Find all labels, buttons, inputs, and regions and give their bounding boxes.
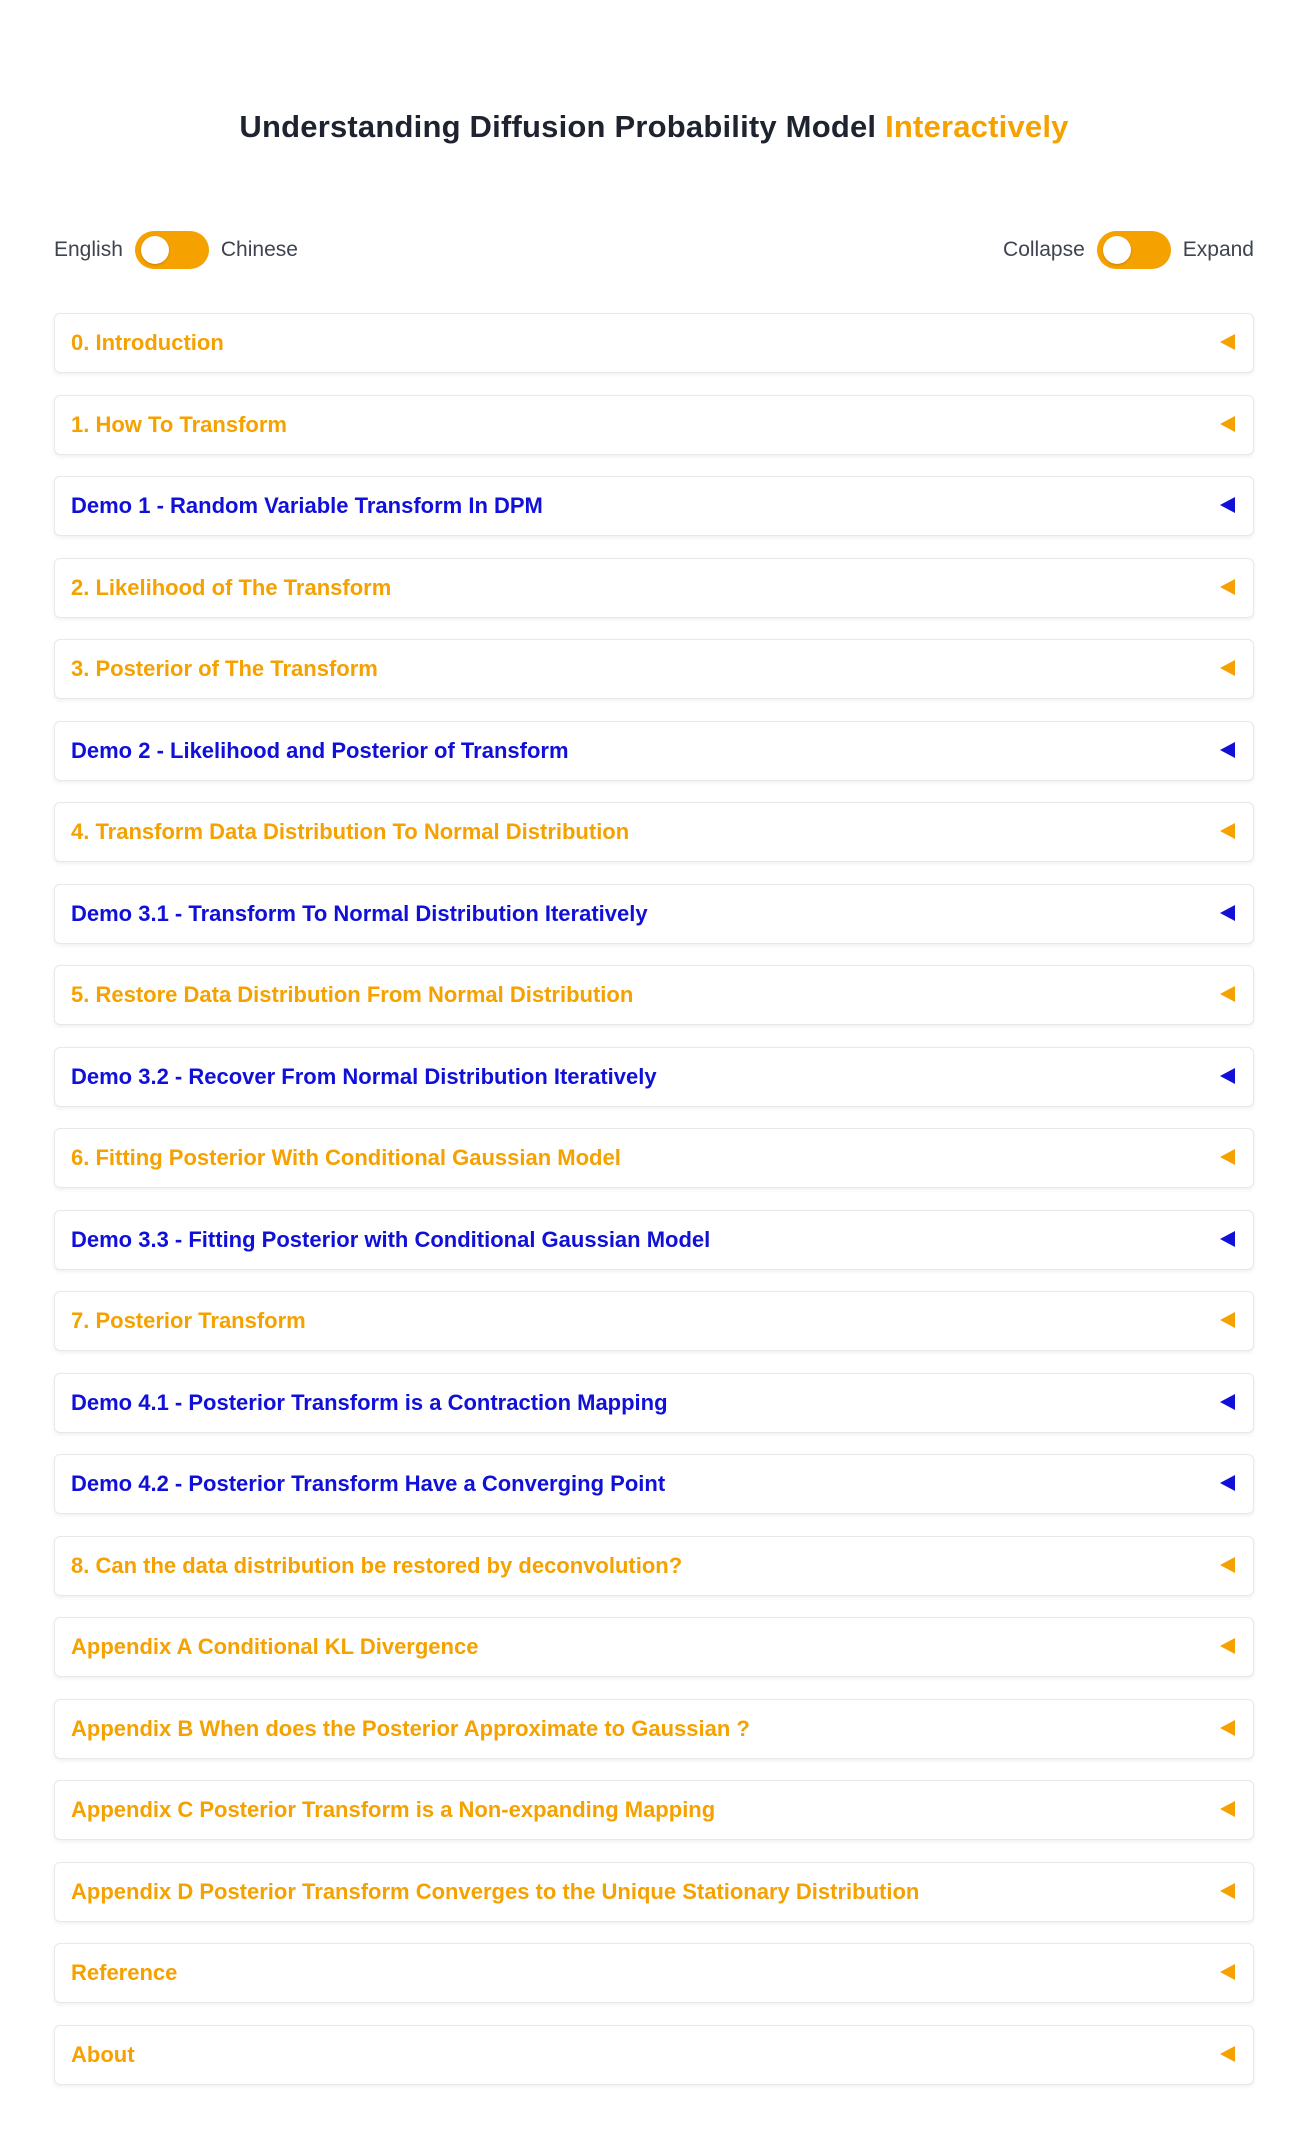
demo-section-header[interactable]: Demo 4.2 - Posterior Transform Have a Co… bbox=[54, 1454, 1254, 1514]
collapse-arrow-icon[interactable] bbox=[1220, 1638, 1235, 1654]
collapse-arrow-icon[interactable] bbox=[1220, 904, 1235, 921]
expand-label: Expand bbox=[1182, 238, 1254, 261]
collapse-arrow-icon[interactable] bbox=[1220, 660, 1235, 676]
section-title: 8. Can the data distribution be restored… bbox=[71, 1552, 683, 1578]
section-title: Appendix C Posterior Transform is a Non-… bbox=[71, 1797, 716, 1822]
chapter-section-header[interactable]: 8. Can the data distribution be restored… bbox=[54, 1535, 1254, 1596]
section-title: 4. Transform Data Distribution To Normal… bbox=[71, 819, 630, 844]
collapse-arrow-icon[interactable] bbox=[1220, 1882, 1235, 1899]
section-title: 0. Introduction bbox=[71, 330, 224, 355]
chapter-section-header[interactable]: 6. Fitting Posterior With Conditional Ga… bbox=[54, 1128, 1254, 1188]
collapse-arrow-icon[interactable] bbox=[1220, 1393, 1235, 1410]
chapter-section-header[interactable]: Reference bbox=[54, 1943, 1254, 2003]
section-title: Demo 4.1 - Posterior Transform is a Cont… bbox=[71, 1389, 668, 1415]
demo-section-header[interactable]: Demo 3.2 - Recover From Normal Distribut… bbox=[54, 1046, 1254, 1107]
chapter-section-header[interactable]: About bbox=[54, 2024, 1254, 2085]
chapter-section-header[interactable]: Appendix B When does the Posterior Appro… bbox=[54, 1698, 1254, 1759]
collapse-arrow-icon[interactable] bbox=[1220, 823, 1235, 839]
section-title: About bbox=[71, 2041, 135, 2067]
collapse-arrow-icon[interactable] bbox=[1220, 1230, 1235, 1247]
chapter-section-header[interactable]: 4. Transform Data Distribution To Normal… bbox=[54, 802, 1254, 862]
language-chinese-label: Chinese bbox=[220, 238, 298, 261]
demo-section-header[interactable]: Demo 3.3 - Fitting Posterior with Condit… bbox=[54, 1209, 1254, 1270]
section-list: 0. Introduction 1. How To Transform Demo 1… bbox=[54, 313, 1254, 2106]
section-title: 2. Likelihood of The Transform bbox=[71, 574, 392, 600]
page-title-accent: Interactively bbox=[885, 108, 1069, 144]
collapse-arrow-icon[interactable] bbox=[1220, 1964, 1235, 1980]
demo-section-header[interactable]: Demo 1 - Random Variable Transform In DP… bbox=[54, 476, 1254, 536]
collapse-arrow-icon[interactable] bbox=[1220, 1312, 1235, 1328]
language-english-label: English bbox=[54, 238, 123, 261]
language-toggle-knob bbox=[140, 236, 169, 264]
chapter-section-header[interactable]: 3. Posterior of The Transform bbox=[54, 639, 1254, 699]
page-title: Understanding Diffusion Probability Mode… bbox=[0, 105, 1308, 149]
collapse-arrow-icon[interactable] bbox=[1220, 497, 1235, 513]
collapse-arrow-icon[interactable] bbox=[1220, 1067, 1235, 1084]
collapse-arrow-icon[interactable] bbox=[1220, 986, 1235, 1002]
chapter-section-header[interactable]: 7. Posterior Transform bbox=[54, 1291, 1254, 1351]
expand-toggle-knob bbox=[1102, 236, 1131, 264]
chapter-section-header[interactable]: Appendix C Posterior Transform is a Non-… bbox=[54, 1780, 1254, 1840]
section-title: Demo 1 - Random Variable Transform In DP… bbox=[71, 493, 543, 518]
collapse-arrow-icon[interactable] bbox=[1220, 415, 1235, 432]
chapter-section-header[interactable]: 2. Likelihood of The Transform bbox=[54, 557, 1254, 618]
chapter-section-header[interactable]: 5. Restore Data Distribution From Normal… bbox=[54, 965, 1254, 1025]
collapse-arrow-icon[interactable] bbox=[1220, 1801, 1235, 1817]
toggle-controls: English Chinese Collapse Expand bbox=[54, 229, 1254, 271]
collapse-arrow-icon[interactable] bbox=[1220, 1149, 1235, 1165]
section-title: Appendix B When does the Posterior Appro… bbox=[71, 1715, 750, 1741]
page-title-main: Understanding Diffusion Probability Mode… bbox=[239, 108, 877, 144]
chapter-section-header[interactable]: Appendix D Posterior Transform Converges… bbox=[54, 1861, 1254, 1922]
language-toggle-group: English Chinese bbox=[54, 229, 298, 271]
collapse-arrow-icon[interactable] bbox=[1220, 741, 1235, 758]
expand-toggle-group: Collapse Expand bbox=[1003, 229, 1254, 271]
section-title: Demo 3.1 - Transform To Normal Distribut… bbox=[71, 900, 648, 926]
section-title: Appendix A Conditional KL Divergence bbox=[71, 1634, 479, 1659]
section-title: 3. Posterior of The Transform bbox=[71, 656, 378, 681]
chapter-section-header[interactable]: 0. Introduction bbox=[54, 313, 1254, 373]
collapse-arrow-icon[interactable] bbox=[1220, 578, 1235, 595]
collapse-arrow-icon[interactable] bbox=[1220, 1556, 1235, 1573]
collapse-arrow-icon[interactable] bbox=[1220, 334, 1235, 350]
section-title: Demo 2 - Likelihood and Posterior of Tra… bbox=[71, 737, 569, 763]
expand-toggle-switch[interactable] bbox=[1096, 231, 1171, 269]
section-title: 5. Restore Data Distribution From Normal… bbox=[71, 982, 634, 1007]
section-title: Demo 3.2 - Recover From Normal Distribut… bbox=[71, 1063, 657, 1089]
section-title: 1. How To Transform bbox=[71, 411, 287, 437]
section-title: Appendix D Posterior Transform Converges… bbox=[71, 1878, 920, 1904]
collapse-label: Collapse bbox=[1003, 238, 1085, 261]
chapter-section-header[interactable]: Appendix A Conditional KL Divergence bbox=[54, 1617, 1254, 1677]
language-toggle-switch[interactable] bbox=[134, 231, 209, 269]
section-title: 6. Fitting Posterior With Conditional Ga… bbox=[71, 1145, 621, 1170]
demo-section-header[interactable]: Demo 2 - Likelihood and Posterior of Tra… bbox=[54, 720, 1254, 781]
section-title: Reference bbox=[71, 1960, 178, 1985]
demo-section-header[interactable]: Demo 3.1 - Transform To Normal Distribut… bbox=[54, 883, 1254, 944]
section-title: Demo 4.2 - Posterior Transform Have a Co… bbox=[71, 1471, 666, 1496]
collapse-arrow-icon[interactable] bbox=[1220, 2045, 1235, 2062]
section-title: 7. Posterior Transform bbox=[71, 1308, 306, 1333]
collapse-arrow-icon[interactable] bbox=[1220, 1475, 1235, 1491]
collapse-arrow-icon[interactable] bbox=[1220, 1719, 1235, 1736]
chapter-section-header[interactable]: 1. How To Transform bbox=[54, 394, 1254, 455]
demo-section-header[interactable]: Demo 4.1 - Posterior Transform is a Cont… bbox=[54, 1372, 1254, 1433]
section-title: Demo 3.3 - Fitting Posterior with Condit… bbox=[71, 1226, 711, 1252]
